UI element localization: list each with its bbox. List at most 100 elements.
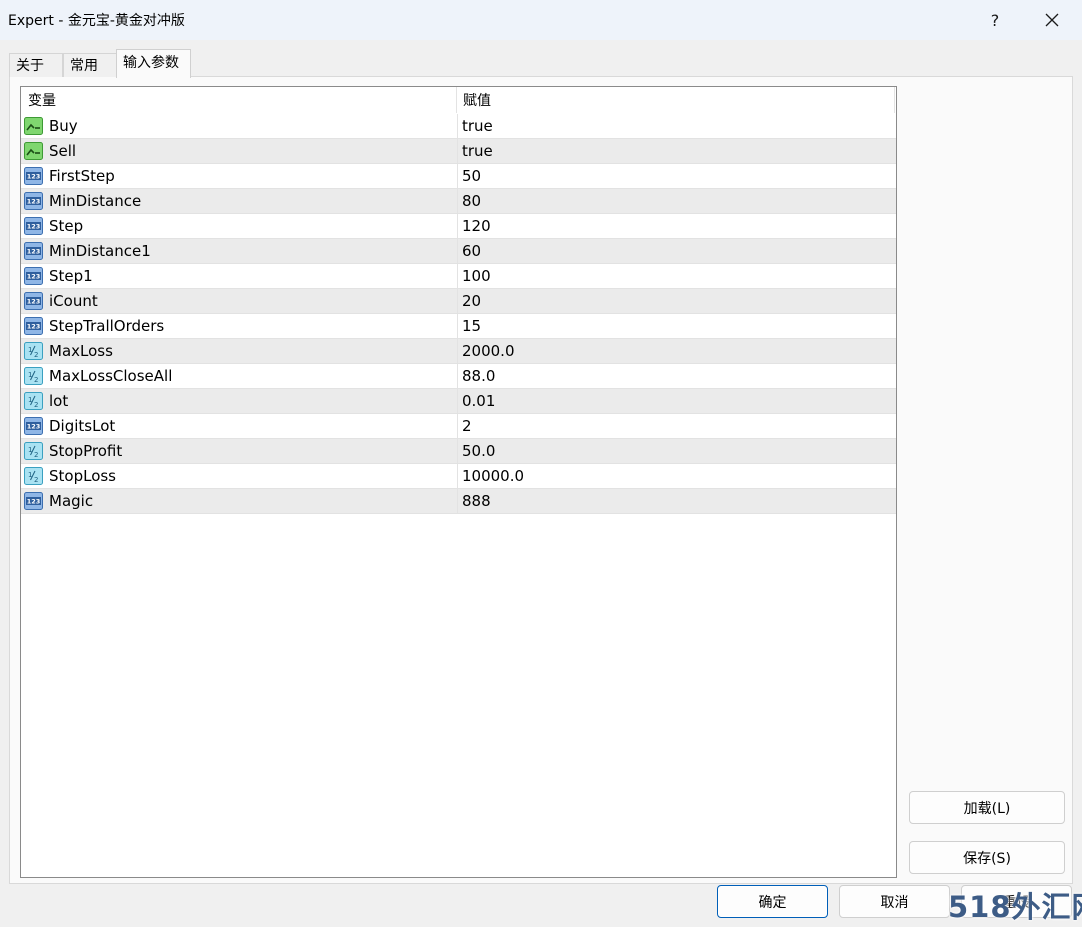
column-header-value[interactable]: 赋值 [457, 87, 895, 113]
parameter-value[interactable]: 10000.0 [462, 464, 524, 488]
table-row[interactable]: 123 MinDistance 80 [21, 189, 896, 214]
watermark: 518外汇网 [948, 890, 1082, 924]
svg-text:123: 123 [27, 248, 41, 256]
parameter-name: MinDistance1 [49, 242, 151, 260]
parameter-name: Buy [49, 117, 78, 135]
table-row[interactable]: 123 iCount 20 [21, 289, 896, 314]
double-icon: 12 [24, 392, 43, 410]
parameter-value[interactable]: 15 [462, 314, 481, 338]
table-row[interactable]: 1 2 MaxLoss 2000.0 [21, 339, 896, 364]
column-divider [457, 464, 458, 488]
parameter-name: DigitsLot [49, 417, 116, 435]
parameter-value[interactable]: 2 [462, 414, 472, 438]
table-row[interactable]: Sell true [21, 139, 896, 164]
save-button[interactable]: 保存(S) [909, 841, 1065, 874]
int-icon: 123 [24, 417, 43, 435]
column-divider [457, 214, 458, 238]
parameter-value[interactable]: 120 [462, 214, 491, 238]
title-bar: Expert - 金元宝-黄金对冲版 ? [0, 0, 1082, 40]
column-divider [457, 139, 458, 163]
parameter-name: StopProfit [49, 442, 123, 460]
parameter-value[interactable]: 100 [462, 264, 491, 288]
table-row[interactable]: 123 Step 120 [21, 214, 896, 239]
parameter-value[interactable]: 20 [462, 289, 481, 313]
tab-about[interactable]: 关于 [9, 53, 63, 77]
parameter-name: MaxLossCloseAll [49, 367, 173, 385]
bool-icon [24, 117, 43, 135]
table-row[interactable]: 123 MinDistance1 60 [21, 239, 896, 264]
svg-text:123: 123 [27, 223, 41, 231]
svg-text:2: 2 [34, 401, 38, 409]
load-button[interactable]: 加载(L) [909, 791, 1065, 824]
help-icon: ? [990, 10, 1000, 30]
int-icon: 123 [24, 267, 43, 285]
parameter-name: Magic [49, 492, 94, 510]
table-row[interactable]: 123 FirstStep 50 [21, 164, 896, 189]
tab-about-label: 关于 [16, 58, 44, 74]
tab-inputs-label: 输入参数 [123, 55, 179, 71]
parameter-value[interactable]: 80 [462, 189, 481, 213]
parameter-value[interactable]: true [462, 114, 493, 138]
svg-text:123: 123 [27, 173, 41, 181]
bool-icon [24, 142, 43, 160]
cancel-button[interactable]: 取消 [839, 885, 950, 918]
column-divider [457, 164, 458, 188]
table-row[interactable]: 123 Step1 100 [21, 264, 896, 289]
parameter-value[interactable]: 50 [462, 164, 481, 188]
svg-text:2: 2 [34, 376, 38, 384]
window-title: Expert - 金元宝-黄金对冲版 [8, 13, 185, 29]
column-divider [457, 414, 458, 438]
table-row[interactable]: 123 Magic 888 [21, 489, 896, 514]
table-row[interactable]: 1 2 MaxLossCloseAll 88.0 [21, 364, 896, 389]
int-icon: 123 [24, 217, 43, 235]
grid-rows: Buy true Sell true 123 FirstStep 50 123 MinDista… [21, 114, 896, 514]
help-button[interactable]: ? [972, 0, 1018, 40]
ok-button[interactable]: 确定 [717, 885, 828, 918]
double-icon: 12 [24, 367, 43, 385]
parameter-name: MinDistance [49, 192, 142, 210]
double-icon: 12 [24, 342, 43, 360]
column-divider [457, 264, 458, 288]
tab-inputs[interactable]: 输入参数 [116, 49, 191, 78]
svg-text:2: 2 [34, 351, 38, 359]
column-divider [457, 339, 458, 363]
parameter-value[interactable]: 2000.0 [462, 339, 515, 363]
int-icon: 123 [24, 317, 43, 335]
svg-text:123: 123 [27, 498, 41, 506]
column-divider [457, 189, 458, 213]
parameter-value[interactable]: 888 [462, 489, 491, 513]
parameter-value[interactable]: 50.0 [462, 439, 495, 463]
column-divider [457, 239, 458, 263]
parameter-value[interactable]: 0.01 [462, 389, 495, 413]
grid-header: 变量 赋值 [21, 87, 896, 113]
table-row[interactable]: 123 StepTrallOrders 15 [21, 314, 896, 339]
parameters-grid[interactable]: 变量 赋值 Buy true Sell true 123 FirstStep 50 123 Mi… [20, 86, 897, 878]
tab-common-label: 常用 [70, 58, 98, 74]
table-row[interactable]: 123 DigitsLot 2 [21, 414, 896, 439]
parameter-name: Step1 [49, 267, 93, 285]
column-header-variable[interactable]: 变量 [21, 87, 457, 113]
parameter-name: Sell [49, 142, 77, 160]
parameter-name: FirstStep [49, 167, 115, 185]
parameter-value[interactable]: true [462, 139, 493, 163]
int-icon: 123 [24, 167, 43, 185]
table-row[interactable]: Buy true [21, 114, 896, 139]
int-icon: 123 [24, 492, 43, 510]
tab-common[interactable]: 常用 [63, 53, 117, 77]
parameter-value[interactable]: 60 [462, 239, 481, 263]
parameter-name: lot [49, 392, 69, 410]
svg-text:123: 123 [27, 298, 41, 306]
table-row[interactable]: 1 2 lot 0.01 [21, 389, 896, 414]
close-button[interactable] [1029, 0, 1075, 40]
table-row[interactable]: 1 2 StopLoss 10000.0 [21, 464, 896, 489]
parameter-name: StepTrallOrders [49, 317, 165, 335]
svg-text:123: 123 [27, 198, 41, 206]
parameter-name: MaxLoss [49, 342, 113, 360]
table-row[interactable]: 1 2 StopProfit 50.0 [21, 439, 896, 464]
parameter-value[interactable]: 88.0 [462, 364, 495, 388]
parameter-name: iCount [49, 292, 98, 310]
double-icon: 12 [24, 442, 43, 460]
svg-text:123: 123 [27, 423, 41, 431]
int-icon: 123 [24, 192, 43, 210]
column-divider [457, 389, 458, 413]
